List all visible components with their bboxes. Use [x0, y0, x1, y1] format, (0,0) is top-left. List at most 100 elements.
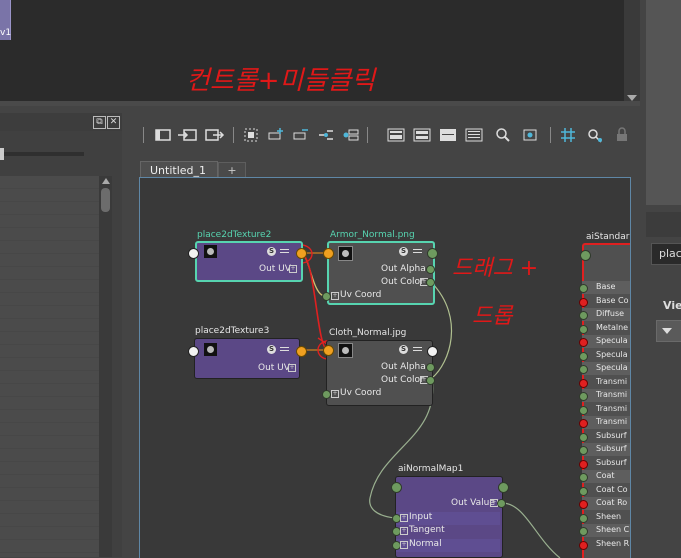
- input-port[interactable]: [188, 346, 199, 357]
- input-port[interactable]: [579, 500, 588, 509]
- input-port[interactable]: [579, 324, 588, 334]
- output-port[interactable]: [426, 376, 435, 385]
- attr-row[interactable]: Sheen C: [579, 524, 630, 537]
- layout1-icon[interactable]: [384, 120, 408, 150]
- scrollbar-thumb[interactable]: [101, 188, 110, 212]
- panel-left-icon[interactable]: [151, 120, 175, 150]
- input-port[interactable]: [579, 378, 588, 388]
- swatch-icon[interactable]: S: [267, 345, 276, 354]
- attr-row[interactable]: Transmi: [579, 416, 630, 429]
- snapshot-icon[interactable]: [519, 120, 541, 150]
- attr-row[interactable]: Transmi: [579, 403, 630, 416]
- attr-row[interactable]: Metalne: [579, 322, 630, 335]
- attr-row[interactable]: Subsurf: [579, 457, 630, 470]
- add-icon[interactable]: [265, 120, 287, 150]
- panel-divider[interactable]: [0, 101, 640, 106]
- lock-icon[interactable]: [611, 120, 633, 150]
- grid-icon[interactable]: [557, 120, 579, 150]
- input-port[interactable]: [579, 419, 588, 428]
- input-port[interactable]: [188, 248, 199, 259]
- input-port[interactable]: [579, 392, 588, 401]
- attr-row[interactable]: Coat Ro: [579, 497, 630, 510]
- input-port[interactable]: [579, 351, 588, 361]
- expand-icon[interactable]: +: [400, 527, 408, 535]
- input-port[interactable]: [579, 446, 588, 455]
- swatch-icon[interactable]: S: [267, 247, 276, 256]
- output-port[interactable]: [426, 278, 435, 287]
- close-icon[interactable]: ✕: [107, 116, 120, 129]
- attr-row[interactable]: Subsurf: [579, 430, 630, 443]
- attr-row[interactable]: Specula: [579, 349, 630, 362]
- input-port[interactable]: [579, 473, 588, 482]
- node-name-field[interactable]: plac: [651, 243, 681, 265]
- swatch-icon[interactable]: S: [399, 345, 408, 354]
- input-port[interactable]: [579, 527, 588, 536]
- input-port[interactable]: [579, 338, 588, 347]
- layout4-icon[interactable]: [462, 120, 486, 150]
- attr-row[interactable]: Specula: [579, 335, 630, 348]
- list-icon[interactable]: [280, 345, 289, 354]
- attr-row[interactable]: Coat Co: [579, 484, 630, 497]
- graph-up-icon[interactable]: [315, 120, 337, 150]
- attr-row[interactable]: Transmi: [579, 389, 630, 402]
- slider-handle[interactable]: [0, 148, 4, 160]
- output-port[interactable]: [498, 482, 509, 493]
- search-icon[interactable]: [492, 120, 514, 150]
- input-port[interactable]: [322, 390, 331, 399]
- list-icon[interactable]: [413, 247, 422, 256]
- input-port[interactable]: [579, 459, 588, 469]
- input-port[interactable]: [579, 297, 588, 307]
- outliner-slider[interactable]: [0, 152, 84, 156]
- graph-in-icon[interactable]: [176, 120, 200, 150]
- swatch-icon[interactable]: S: [399, 247, 408, 256]
- attr-row[interactable]: Subsurf: [579, 443, 630, 456]
- layout3-icon[interactable]: [436, 120, 460, 150]
- input-port[interactable]: [322, 292, 331, 301]
- clear-icon[interactable]: [340, 120, 362, 150]
- output-port[interactable]: [427, 248, 438, 259]
- viewport-thumbnail[interactable]: v1: [0, 0, 11, 40]
- expand-icon[interactable]: +: [400, 541, 408, 549]
- input-port[interactable]: [391, 482, 402, 493]
- input-port[interactable]: [579, 284, 588, 293]
- input-port[interactable]: [579, 365, 588, 374]
- input-port[interactable]: [323, 248, 334, 259]
- scroll-up-icon[interactable]: [102, 178, 110, 184]
- input-port[interactable]: [579, 513, 588, 523]
- output-port[interactable]: [427, 346, 438, 357]
- attr-row[interactable]: Base: [579, 281, 630, 294]
- attr-row[interactable]: Base Co: [579, 295, 630, 308]
- frame-icon[interactable]: [240, 120, 262, 150]
- attr-row[interactable]: Specula: [579, 362, 630, 375]
- expand-icon[interactable]: +: [331, 390, 339, 398]
- input-port[interactable]: [323, 345, 334, 356]
- view-dropdown-button[interactable]: [656, 320, 681, 342]
- output-port[interactable]: [426, 265, 435, 274]
- pin-icon[interactable]: [584, 120, 606, 150]
- expand-icon[interactable]: +: [400, 514, 408, 522]
- expand-icon[interactable]: +: [331, 292, 339, 300]
- outliner-scrollbar[interactable]: [99, 176, 112, 557]
- input-port[interactable]: [579, 486, 588, 496]
- layout2-icon[interactable]: [410, 120, 434, 150]
- expand-icon[interactable]: +: [289, 265, 297, 273]
- remove-icon[interactable]: [290, 120, 312, 150]
- list-icon[interactable]: [280, 247, 289, 256]
- float-icon[interactable]: ⧉: [93, 116, 106, 129]
- output-port[interactable]: [296, 248, 307, 259]
- input-port[interactable]: [579, 405, 588, 415]
- attr-row[interactable]: Transmi: [579, 376, 630, 389]
- output-port[interactable]: [497, 499, 506, 508]
- attr-row[interactable]: Coat: [579, 470, 630, 483]
- node-graph-canvas[interactable]: place2dTexture2 S Out UV + place2dTextur…: [139, 177, 631, 558]
- expand-icon[interactable]: +: [288, 364, 296, 372]
- input-port[interactable]: [579, 432, 588, 442]
- graph-out-icon[interactable]: [202, 120, 226, 150]
- input-port[interactable]: [579, 540, 588, 550]
- viewport-scrollbar[interactable]: [624, 0, 640, 104]
- outliner-list[interactable]: [0, 176, 99, 557]
- attr-row[interactable]: Sheen R: [579, 538, 630, 551]
- list-icon[interactable]: [413, 345, 422, 354]
- input-port[interactable]: [579, 311, 588, 320]
- attr-row[interactable]: Diffuse: [579, 308, 630, 321]
